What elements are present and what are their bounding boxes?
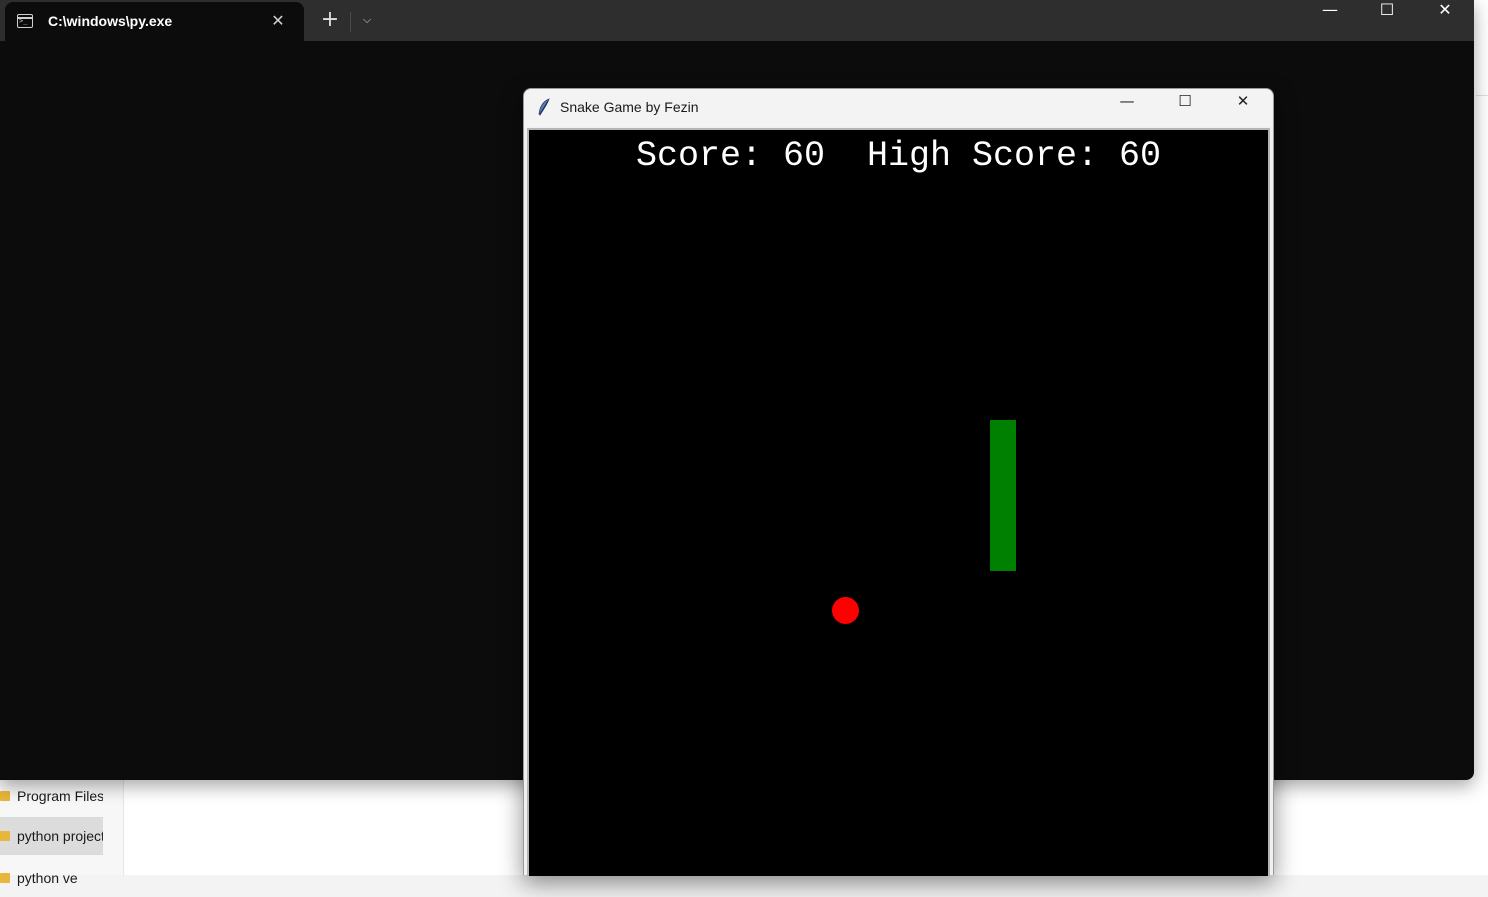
terminal-minimize-button[interactable]: — xyxy=(1302,0,1358,32)
food-pellet xyxy=(832,597,859,624)
terminal-tab[interactable]: C:\windows\py.exe ✕ xyxy=(5,2,304,41)
nav-item-label: Program Files xyxy=(17,788,103,804)
terminal-maximize-button[interactable]: ☐ xyxy=(1359,0,1415,32)
nav-item-python-projects[interactable]: python projects xyxy=(0,817,103,855)
terminal-icon xyxy=(17,14,33,28)
explorer-navigation-pane: Program Files python projects python ve xyxy=(0,775,124,886)
terminal-close-button[interactable]: ✕ xyxy=(1417,0,1473,32)
folder-icon xyxy=(0,831,10,841)
terminal-titlebar[interactable]: C:\windows\py.exe ✕ + ⌵ — ☐ ✕ xyxy=(0,0,1474,41)
game-canvas-frame: Score: 60 High Score: 60 xyxy=(527,128,1270,876)
explorer-edge-divider xyxy=(1476,95,1488,96)
new-tab-button[interactable]: + xyxy=(318,8,342,32)
snake-window-titlebar[interactable]: Snake Game by Fezin — ☐ ✕ xyxy=(524,89,1273,127)
game-canvas[interactable]: Score: 60 High Score: 60 xyxy=(529,130,1268,876)
tab-close-icon[interactable]: ✕ xyxy=(269,11,287,31)
nav-item-label: python projects xyxy=(17,828,103,844)
snake-body xyxy=(990,420,1016,571)
nav-item-label: python ve xyxy=(17,870,78,886)
snake-close-button[interactable]: ✕ xyxy=(1220,92,1266,124)
snake-window-title: Snake Game by Fezin xyxy=(560,99,699,115)
nav-item-program-files[interactable]: Program Files xyxy=(0,777,103,815)
snake-game-window[interactable]: Snake Game by Fezin — ☐ ✕ Score: 60 High… xyxy=(523,88,1274,876)
folder-icon xyxy=(0,791,10,801)
score-display: Score: 60 High Score: 60 xyxy=(635,136,1162,176)
chevron-down-icon[interactable]: ⌵ xyxy=(356,9,378,31)
feather-icon xyxy=(538,98,550,116)
snake-maximize-button[interactable]: ☐ xyxy=(1162,92,1208,124)
terminal-tab-title: C:\windows\py.exe xyxy=(48,13,173,29)
nav-item-python-ve[interactable]: python ve xyxy=(0,859,103,897)
snake-minimize-button[interactable]: — xyxy=(1104,92,1150,124)
tab-separator xyxy=(350,12,351,32)
